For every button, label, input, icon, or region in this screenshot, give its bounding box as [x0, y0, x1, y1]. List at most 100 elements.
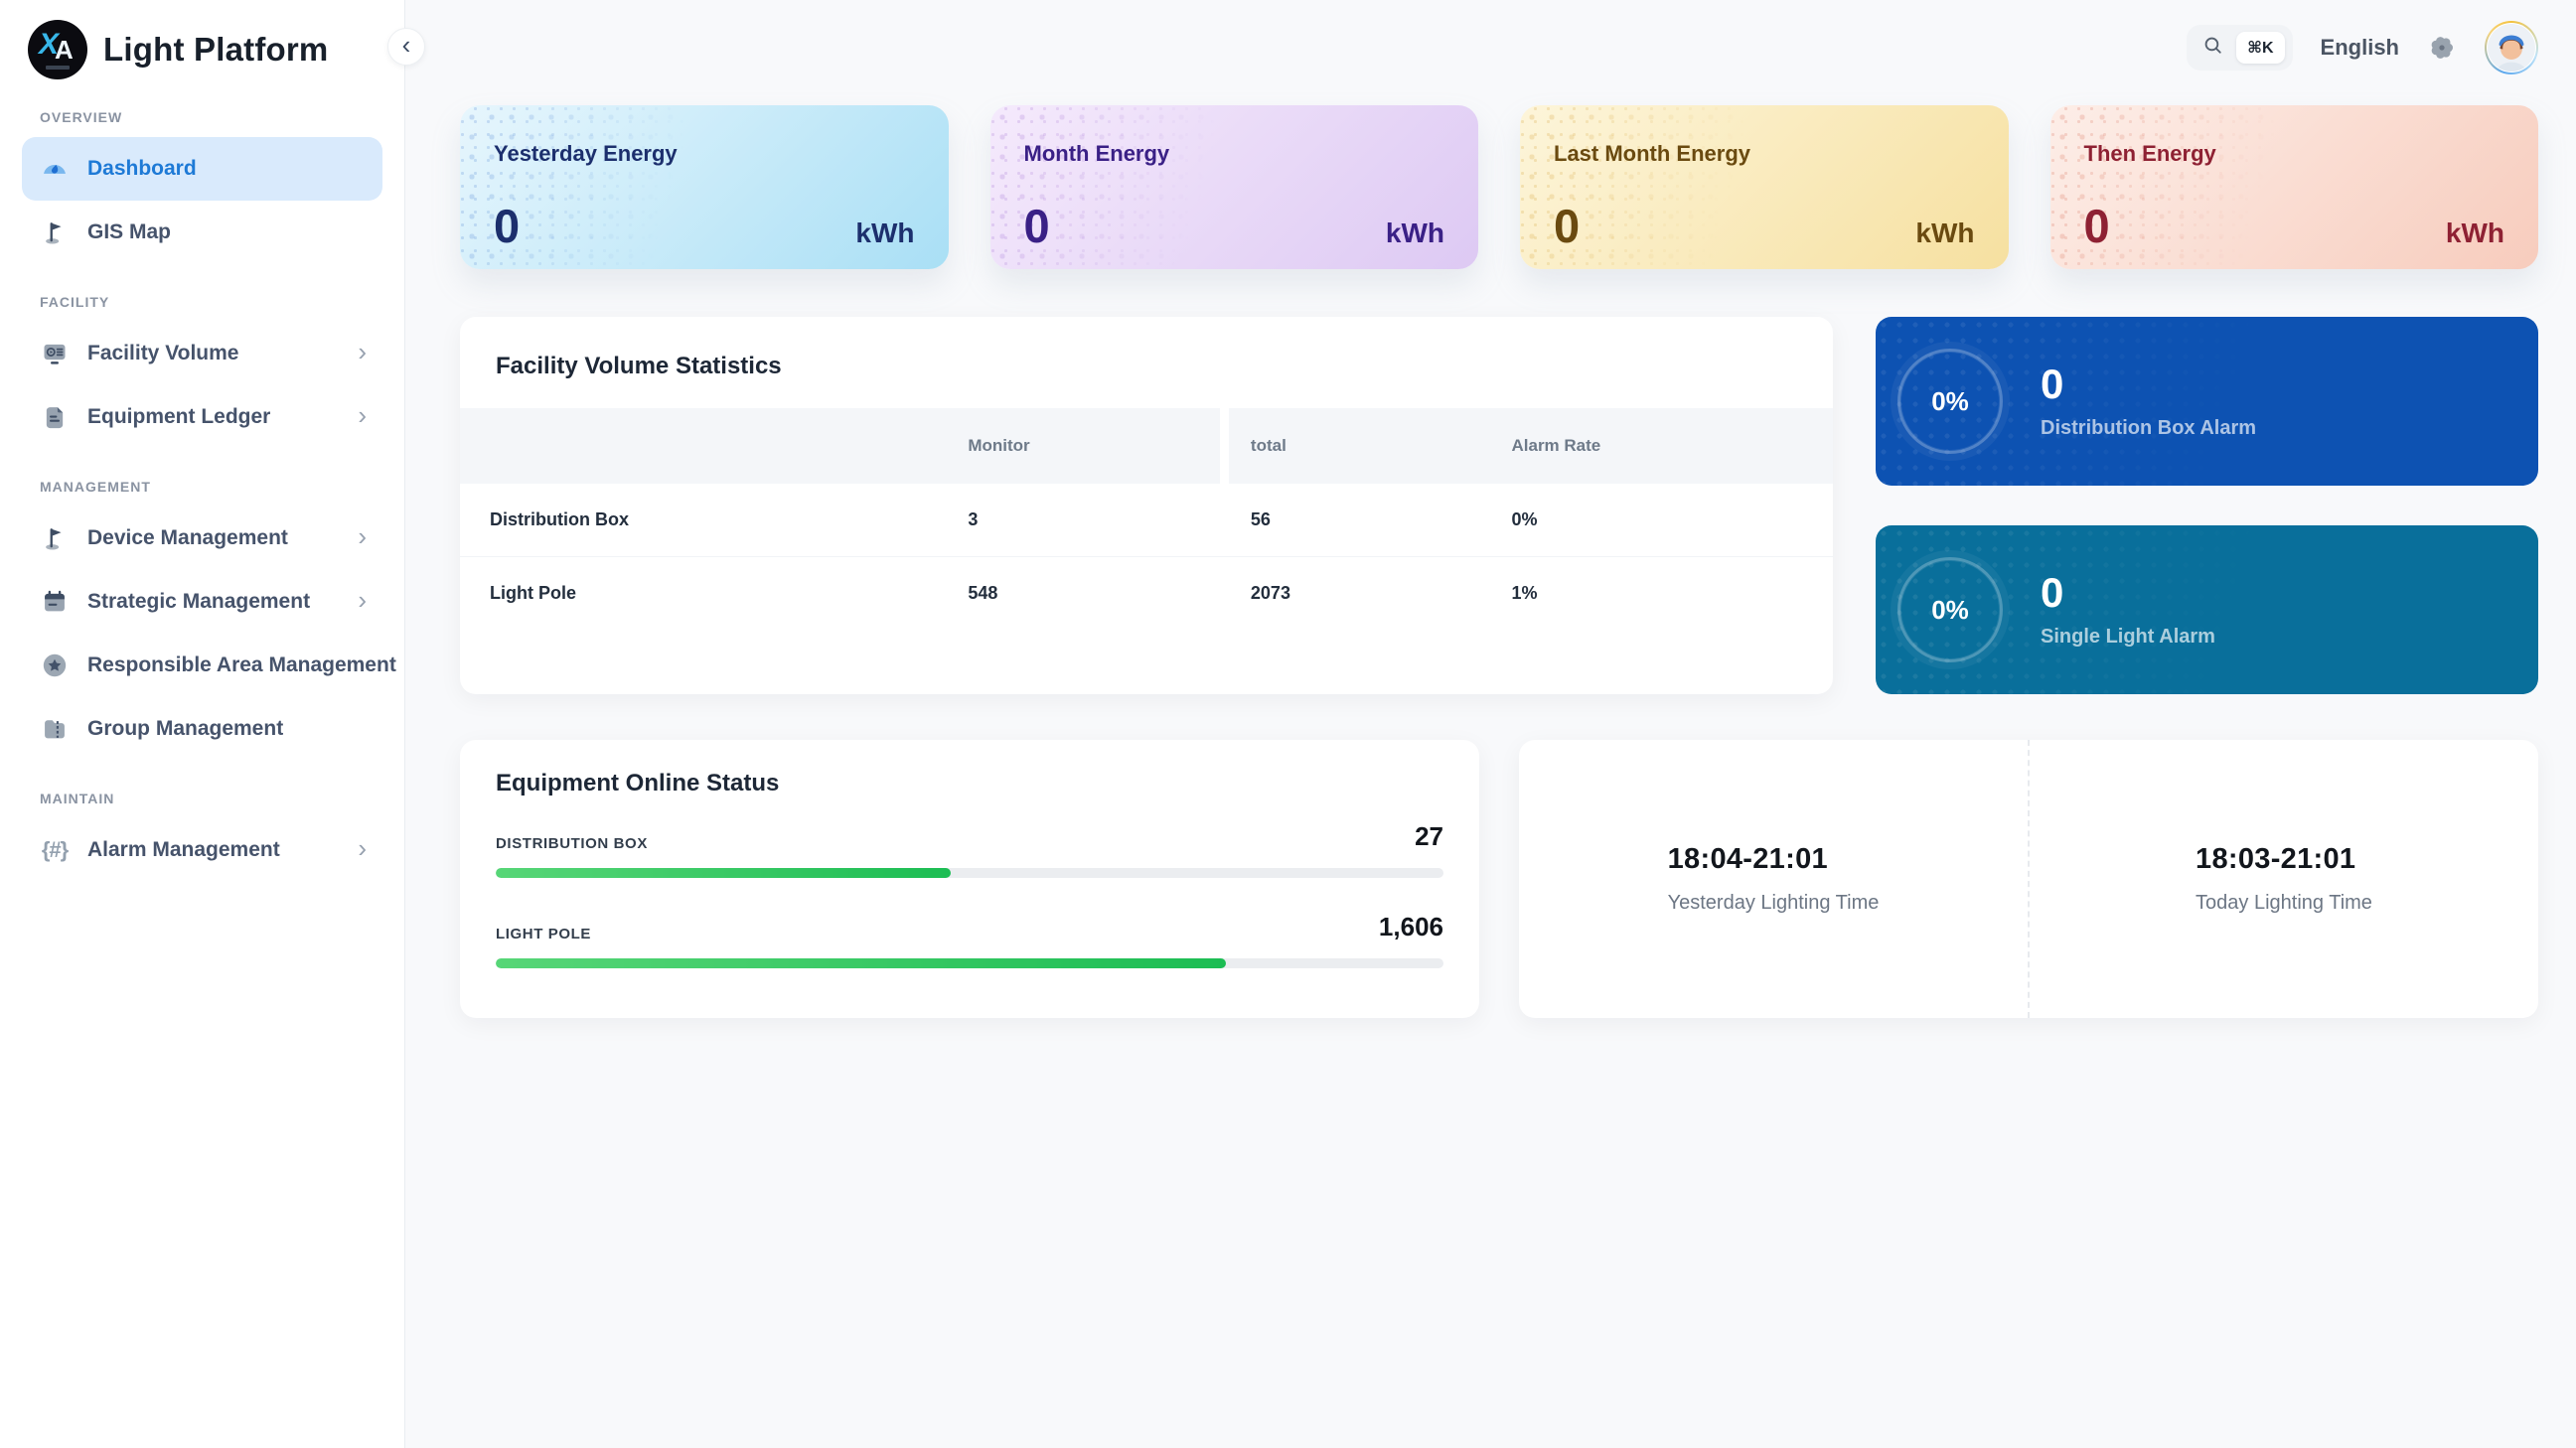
progress-bar [496, 958, 1443, 968]
brand: X A Light Platform [28, 20, 382, 79]
chevron-left-icon: ‹ [401, 30, 411, 60]
main-content: ⌘K English Yesterday Energy 0 kWh Month … [405, 0, 2576, 1448]
cell-total: 56 [1250, 509, 1271, 529]
table-row: Distribution Box 3 56 0% [460, 484, 1833, 556]
search-icon [2202, 35, 2224, 62]
sidebar-item-label: Dashboard [87, 157, 197, 180]
time-label: Yesterday Lighting Time [1667, 892, 1880, 914]
sidebar-item-label: Alarm Management [87, 838, 280, 861]
sidebar-item-label: Facility Volume [87, 342, 239, 364]
sidebar-item-alarm-management[interactable]: {#} Alarm Management › [22, 818, 382, 882]
cell-name: Distribution Box [490, 509, 629, 529]
braces-hash-icon: {#} [41, 837, 69, 862]
table-row: Light Pole 548 2073 1% [460, 556, 1833, 629]
equipment-value: 27 [1415, 821, 1443, 851]
equipment-label: DISTRIBUTION BOX [496, 835, 648, 852]
folder-icon [40, 714, 70, 744]
column-header: Alarm Rate [1489, 408, 1833, 484]
time-value: 18:03-21:01 [2196, 843, 2356, 875]
bottom-row: Equipment Online Status DISTRIBUTION BOX… [460, 740, 2538, 1018]
monitor-icon [40, 339, 70, 368]
cell-alarm-rate: 1% [1511, 582, 1538, 603]
time-label: Today Lighting Time [2196, 892, 2372, 914]
stat-unit: kWh [2445, 217, 2504, 248]
sidebar-item-label: Responsible Area Management [87, 653, 396, 676]
alarm-value: 0 [2041, 568, 2064, 616]
language-selector[interactable]: English [2321, 35, 2399, 61]
stat-unit: kWh [1385, 217, 1444, 248]
search-button[interactable]: ⌘K [2187, 25, 2293, 71]
sidebar-item-device-management[interactable]: Device Management › [22, 507, 382, 570]
settings-gear-icon[interactable] [2427, 33, 2457, 63]
stat-card-month-energy: Month Energy 0 kWh [989, 105, 1478, 269]
time-value: 18:04-21:01 [1667, 843, 1828, 875]
cell-total: 2073 [1250, 582, 1290, 603]
sidebar-item-gis-map[interactable]: GIS Map [22, 201, 382, 264]
stat-value: 0 [1554, 199, 1581, 252]
alarm-label: Single Light Alarm [2041, 625, 2215, 648]
sidebar-item-label: Group Management [87, 717, 284, 740]
progress-bar-fill [496, 868, 951, 878]
facility-volume-statistics-card: Facility Volume Statistics Monitor total… [460, 317, 1833, 694]
chevron-right-icon: › [358, 337, 367, 366]
stat-card-yesterday-energy: Yesterday Energy 0 kWh [460, 105, 949, 269]
facility-table: Monitor total Alarm Rate Distribution Bo… [460, 408, 1833, 629]
logo-bar [46, 66, 70, 70]
chevron-right-icon: › [358, 585, 367, 615]
energy-stats-row: Yesterday Energy 0 kWh Month Energy 0 kW… [460, 105, 2538, 269]
alarm-cards-column: 0% 0 Distribution Box Alarm 0% 0 Single … [1876, 317, 2538, 694]
logo-letter: A [55, 35, 74, 65]
sidebar-collapse-button[interactable]: ‹ [387, 28, 425, 66]
card-title: Equipment Online Status [496, 770, 780, 796]
stat-title: Last Month Energy [1554, 141, 1751, 166]
today-lighting-time-panel: 18:03-21:01 Today Lighting Time [2028, 740, 2538, 1018]
stat-unit: kWh [855, 217, 915, 248]
section-label-management: MANAGEMENT [40, 479, 151, 495]
stat-value: 0 [494, 199, 521, 252]
stat-value: 0 [1023, 199, 1050, 252]
alarm-value: 0 [2041, 360, 2064, 407]
sidebar-item-label: GIS Map [87, 220, 172, 243]
chevron-right-icon: › [358, 833, 367, 863]
equipment-status-item: DISTRIBUTION BOX 27 [496, 821, 1443, 878]
yesterday-lighting-time-panel: 18:04-21:01 Yesterday Lighting Time [1519, 740, 2028, 1018]
mid-row: Facility Volume Statistics Monitor total… [460, 317, 2538, 694]
stat-card-last-month-energy: Last Month Energy 0 kWh [1520, 105, 2009, 269]
lighting-time-card: 18:04-21:01 Yesterday Lighting Time 18:0… [1519, 740, 2538, 1018]
equipment-status-item: LIGHT POLE 1,606 [496, 912, 1443, 968]
sidebar-item-group-management[interactable]: Group Management [22, 697, 382, 761]
sidebar-item-equipment-ledger[interactable]: Equipment Ledger › [22, 385, 382, 449]
single-light-alarm-card: 0% 0 Single Light Alarm [1876, 525, 2538, 694]
column-header: total [1228, 408, 1490, 484]
flag-icon [40, 523, 70, 553]
brand-logo-icon: X A [28, 20, 87, 79]
progress-bar [496, 868, 1443, 878]
user-avatar[interactable] [2485, 21, 2538, 74]
keyboard-shortcut-badge: ⌘K [2236, 32, 2285, 64]
section-label-maintain: MAINTAIN [40, 791, 115, 806]
sidebar-item-facility-volume[interactable]: Facility Volume › [22, 322, 382, 385]
sidebar-item-dashboard[interactable]: Dashboard [22, 137, 382, 201]
chevron-right-icon: › [358, 521, 367, 551]
alarm-percent-ring: 0% [1897, 349, 2003, 454]
calendar-icon [40, 587, 70, 617]
flag-icon [40, 217, 70, 247]
brand-name: Light Platform [103, 31, 329, 68]
card-title: Facility Volume Statistics [496, 353, 782, 379]
distribution-box-alarm-card: 0% 0 Distribution Box Alarm [1876, 317, 2538, 486]
column-header: Monitor [968, 408, 1220, 484]
equipment-online-status-card: Equipment Online Status DISTRIBUTION BOX… [460, 740, 1479, 1018]
topbar: ⌘K English [460, 0, 2538, 95]
sidebar: X A Light Platform OVERVIEW Dashboard GI… [0, 0, 405, 1448]
alarm-percent: 0% [1931, 385, 1969, 416]
equipment-label: LIGHT POLE [496, 926, 591, 942]
chevron-right-icon: › [358, 400, 367, 430]
column-header [460, 408, 969, 484]
stat-title: Yesterday Energy [494, 141, 678, 166]
sidebar-item-label: Device Management [87, 526, 288, 549]
equipment-value: 1,606 [1378, 912, 1443, 941]
sidebar-item-strategic-management[interactable]: Strategic Management › [22, 570, 382, 634]
section-label-facility: FACILITY [40, 294, 110, 310]
sidebar-item-responsible-area-management[interactable]: Responsible Area Management [22, 634, 396, 697]
stat-title: Month Energy [1023, 141, 1170, 166]
